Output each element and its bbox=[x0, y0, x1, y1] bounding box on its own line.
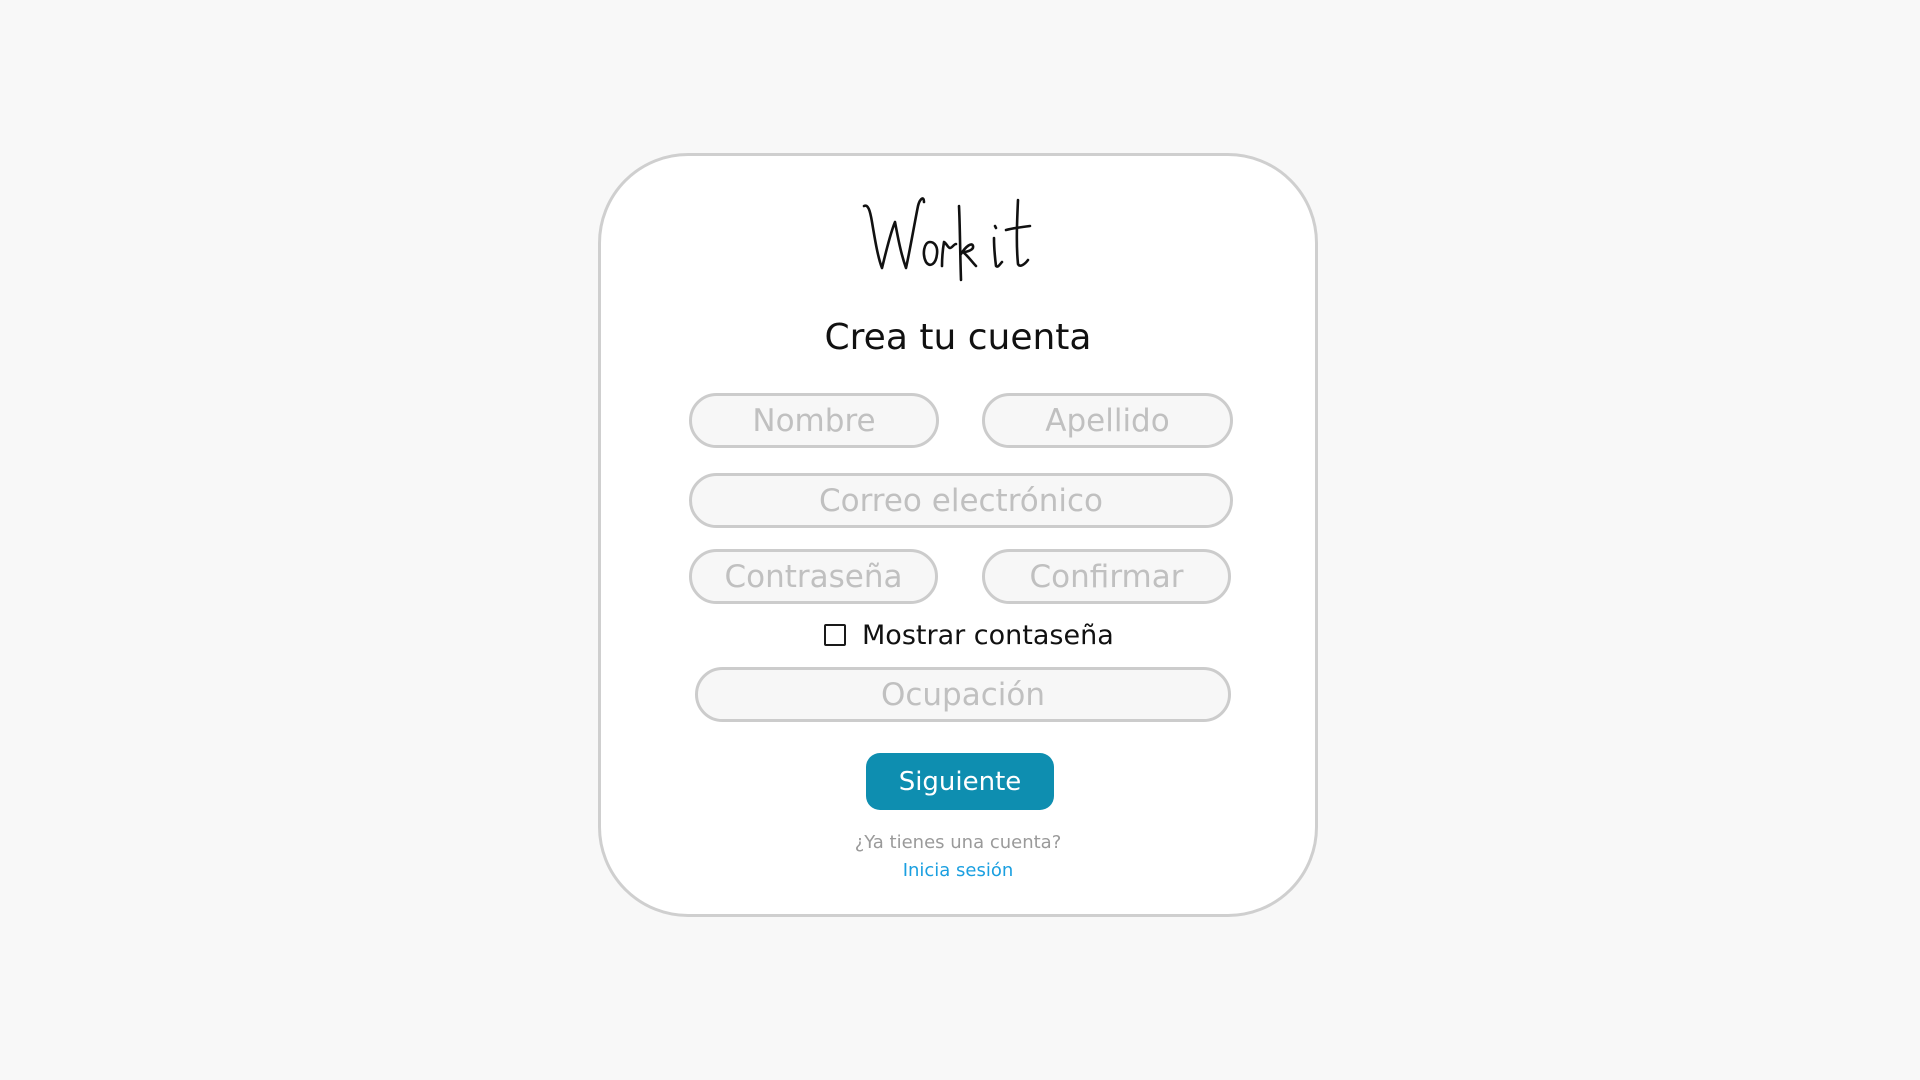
occupation-input[interactable] bbox=[695, 667, 1231, 722]
page-title: Crea tu cuenta bbox=[824, 317, 1092, 358]
show-password-label: Mostrar contaseña bbox=[862, 619, 1114, 651]
show-password-row[interactable]: Mostrar contaseña bbox=[824, 619, 1114, 651]
work-it-logo-script bbox=[862, 197, 1032, 282]
work-it-logo bbox=[862, 192, 1062, 292]
email-input[interactable] bbox=[689, 473, 1233, 528]
have-account-text: ¿Ya tienes una cuenta? bbox=[854, 832, 1062, 853]
login-link[interactable]: Inicia sesión bbox=[598, 860, 1318, 881]
password-input[interactable] bbox=[689, 549, 938, 604]
next-button[interactable]: Siguiente bbox=[866, 753, 1054, 810]
last-name-input[interactable] bbox=[982, 393, 1233, 448]
show-password-checkbox[interactable] bbox=[824, 624, 846, 646]
confirm-password-input[interactable] bbox=[982, 549, 1231, 604]
first-name-input[interactable] bbox=[689, 393, 939, 448]
